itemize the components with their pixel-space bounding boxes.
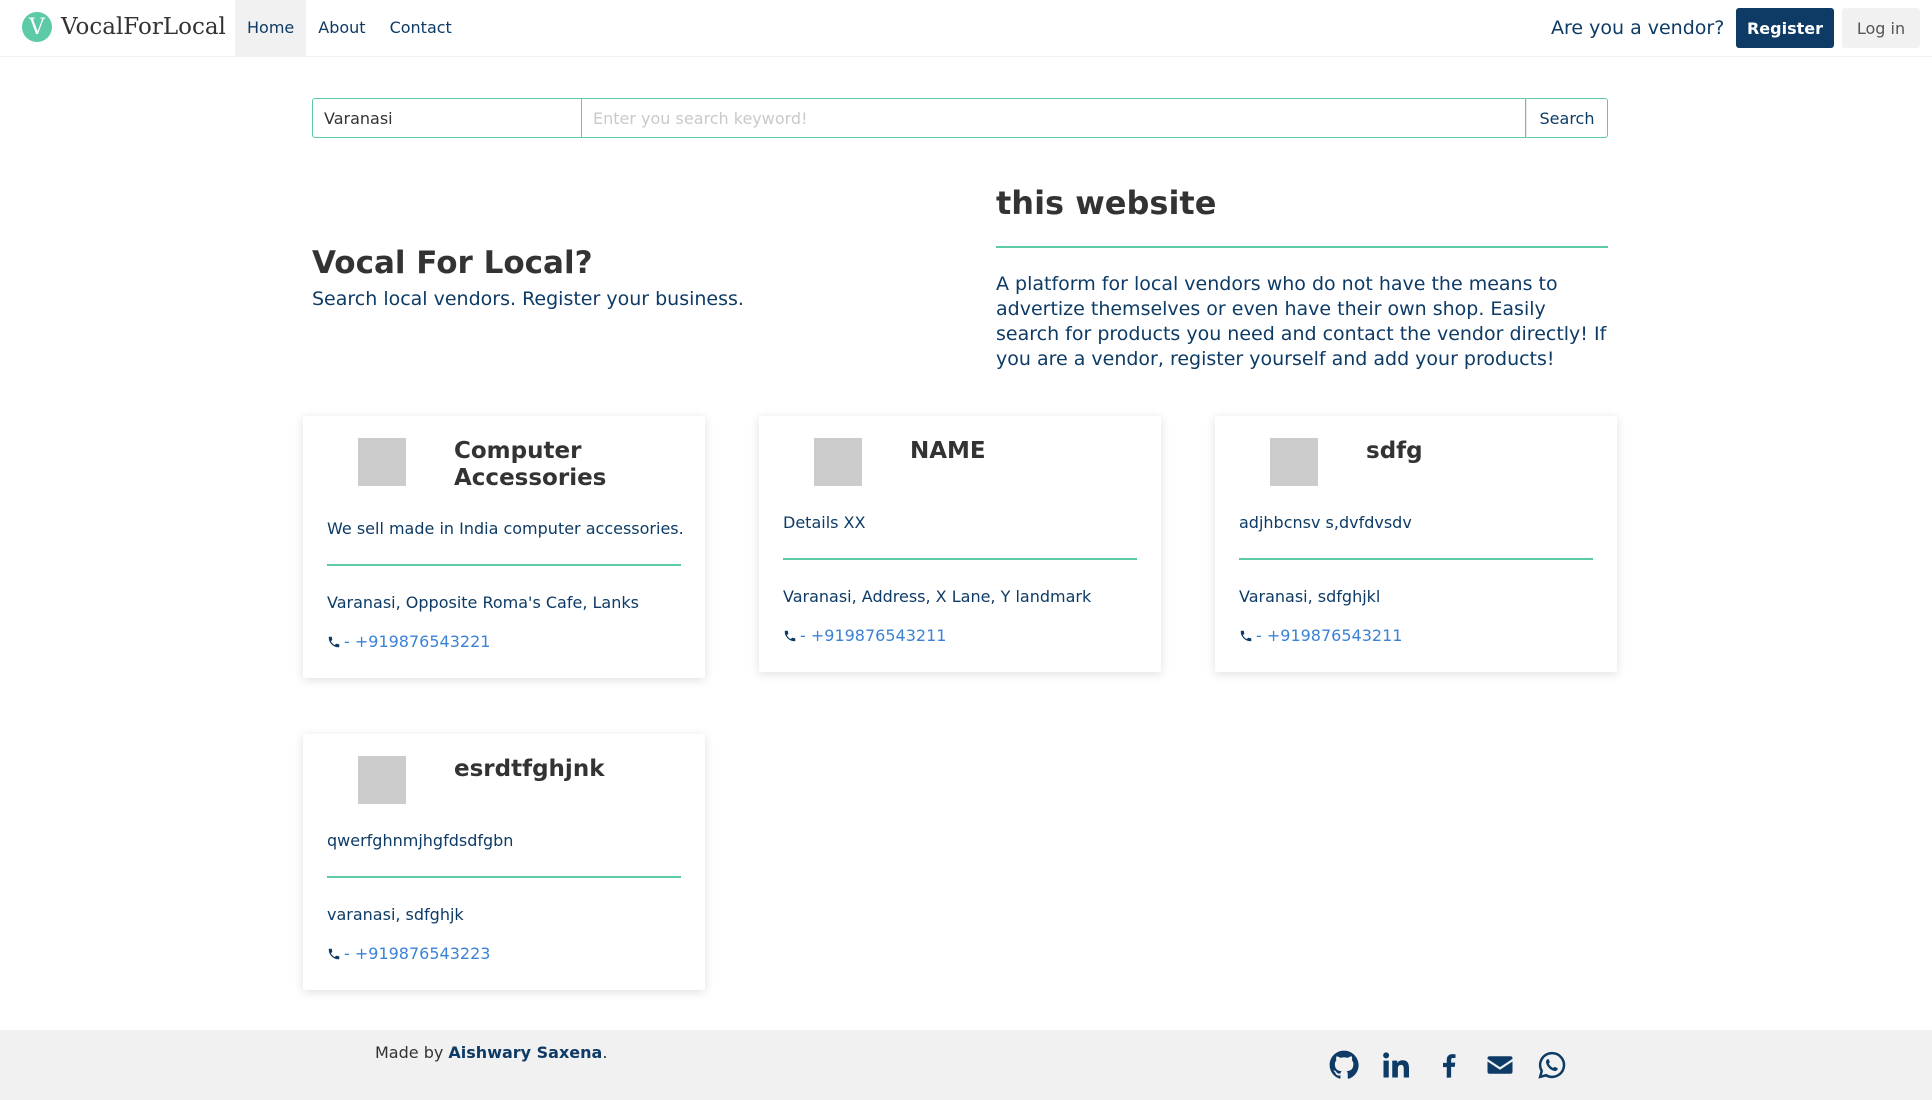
card-divider bbox=[327, 564, 681, 566]
vendor-image bbox=[358, 438, 406, 486]
navbar: V VocalForLocal Home About Contact Are y… bbox=[0, 0, 1932, 57]
vendor-card[interactable]: Computer Accessories We sell made in Ind… bbox=[303, 416, 705, 678]
vendor-card[interactable]: NAME Details XX Varanasi, Address, X Lan… bbox=[759, 416, 1161, 672]
vendor-name: sdfg bbox=[1366, 438, 1423, 464]
nav-home[interactable]: Home bbox=[235, 0, 307, 56]
phone-icon bbox=[328, 948, 340, 959]
nav-menu: Home About Contact bbox=[235, 0, 464, 56]
phone-icon bbox=[1240, 630, 1252, 641]
vendor-image bbox=[814, 438, 862, 486]
vendor-phone: - +919876543211 bbox=[800, 626, 947, 645]
about-text: A platform for local vendors who do not … bbox=[996, 273, 1607, 370]
vendor-description: Details XX bbox=[783, 513, 866, 532]
nav-contact[interactable]: Contact bbox=[378, 0, 464, 56]
logo-icon: V bbox=[22, 12, 52, 42]
github-icon[interactable] bbox=[1326, 1048, 1362, 1082]
social-links bbox=[1326, 1048, 1586, 1082]
brand-link[interactable]: V VocalForLocal bbox=[22, 12, 226, 42]
vendor-phone: - +919876543221 bbox=[344, 632, 491, 651]
vendor-address: varanasi, sdfghjk bbox=[327, 905, 464, 924]
vendor-description: qwerfghnmjhgfdsdfgbn bbox=[327, 831, 514, 850]
vendor-phone-link[interactable]: - +919876543223 bbox=[327, 944, 490, 963]
login-button[interactable]: Log in bbox=[1842, 8, 1920, 48]
linkedin-icon[interactable] bbox=[1378, 1048, 1414, 1082]
phone-icon bbox=[328, 636, 340, 647]
vendor-phone-link[interactable]: - +919876543221 bbox=[327, 632, 490, 651]
search-bar: Varanasi Enter you search keyword! Searc… bbox=[312, 98, 1608, 138]
hero-subtitle: Search local vendors. Register your busi… bbox=[312, 288, 744, 310]
vendor-address: Varanasi, Opposite Roma's Cafe, Lanks bbox=[327, 593, 639, 612]
whatsapp-icon[interactable] bbox=[1534, 1048, 1570, 1082]
footer: Made by Aishwary Saxena. bbox=[0, 1030, 1932, 1100]
vendor-address: Varanasi, sdfghjkl bbox=[1239, 587, 1381, 606]
vendor-card[interactable]: sdfg adjhbcnsv s,dvfdvsdv Varanasi, sdfg… bbox=[1215, 416, 1617, 672]
keyword-input[interactable]: Enter you search keyword! bbox=[582, 98, 1526, 138]
hero-title: Vocal For Local? bbox=[312, 245, 593, 281]
card-divider bbox=[327, 876, 681, 878]
vendor-description: We sell made in India computer accessori… bbox=[327, 519, 684, 538]
vendor-phone: - +919876543211 bbox=[1256, 626, 1403, 645]
author-link[interactable]: Aishwary Saxena bbox=[448, 1043, 602, 1062]
vendor-card[interactable]: esrdtfghjnk qwerfghnmjhgfdsdfgbn varanas… bbox=[303, 734, 705, 990]
vendor-address: Varanasi, Address, X Lane, Y landmark bbox=[783, 587, 1092, 606]
credit-suffix: . bbox=[602, 1043, 608, 1062]
vendor-image bbox=[1270, 438, 1318, 486]
card-divider bbox=[1239, 558, 1593, 560]
made-by-prefix: Made by bbox=[375, 1043, 449, 1062]
divider bbox=[996, 246, 1608, 248]
about-title: this website bbox=[996, 184, 1217, 222]
vendor-name: Computer Accessories bbox=[454, 438, 607, 491]
location-input[interactable]: Varanasi bbox=[312, 98, 582, 138]
facebook-icon[interactable] bbox=[1430, 1048, 1466, 1082]
vendor-phone-link[interactable]: - +919876543211 bbox=[783, 626, 946, 645]
vendor-name: NAME bbox=[910, 438, 986, 464]
vendor-description: adjhbcnsv s,dvfdvsdv bbox=[1239, 513, 1412, 532]
vendor-phone-link[interactable]: - +919876543211 bbox=[1239, 626, 1402, 645]
register-button[interactable]: Register bbox=[1736, 8, 1834, 48]
vendor-phone: - +919876543223 bbox=[344, 944, 491, 963]
search-button[interactable]: Search bbox=[1526, 98, 1608, 138]
brand-name: VocalForLocal bbox=[61, 14, 226, 40]
vendor-name: esrdtfghjnk bbox=[454, 756, 605, 782]
envelope-icon[interactable] bbox=[1482, 1048, 1518, 1082]
vendor-question: Are you a vendor? bbox=[1551, 17, 1725, 39]
card-divider bbox=[783, 558, 1137, 560]
nav-about[interactable]: About bbox=[306, 0, 377, 56]
phone-icon bbox=[784, 630, 796, 641]
footer-credit: Made by Aishwary Saxena. bbox=[375, 1043, 607, 1062]
vendor-image bbox=[358, 756, 406, 804]
